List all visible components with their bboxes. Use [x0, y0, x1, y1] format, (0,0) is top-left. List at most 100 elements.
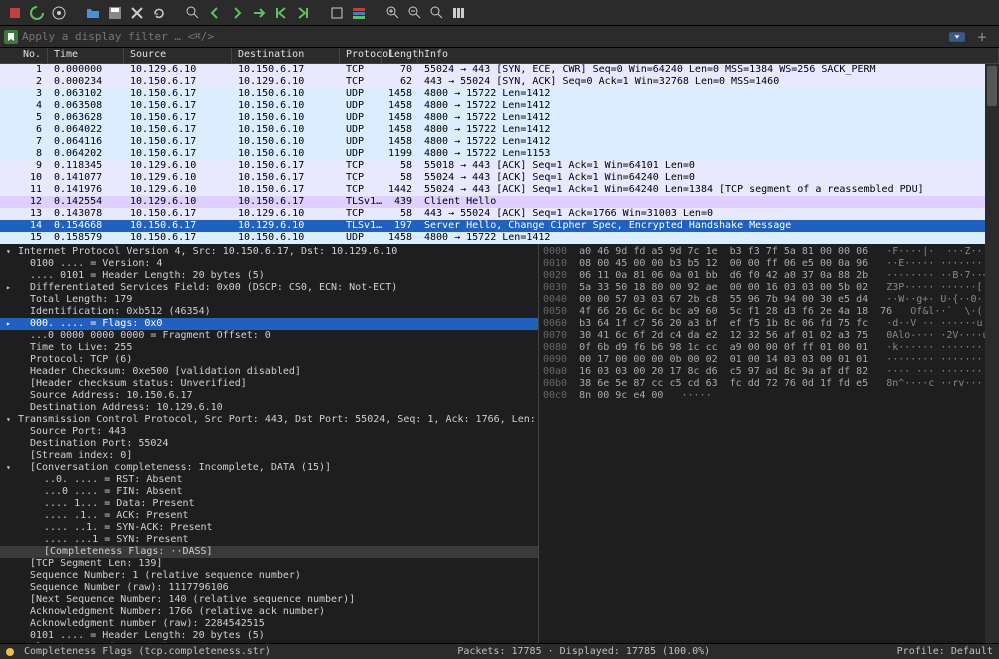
hex-line[interactable]: 00a0 16 03 03 00 20 17 8c d6 c5 97 ad 8c… — [543, 366, 995, 378]
tree-node[interactable]: .... 0101 = Header Length: 20 bytes (5) — [0, 270, 538, 282]
tree-node[interactable]: Acknowledgment Number: 1766 (relative ac… — [0, 606, 538, 618]
hex-line[interactable]: 0000 a0 46 9d fd a5 9d 7c 1e b3 f3 7f 5a… — [543, 246, 995, 258]
hex-line[interactable]: 00b0 38 6e 5e 87 cc c5 cd 63 fc dd 72 76… — [543, 378, 995, 390]
packet-list-body[interactable]: 10.00000010.129.6.1010.150.6.17TCP705502… — [0, 64, 999, 244]
zoom-in-icon[interactable] — [384, 4, 402, 22]
filter-dropdown-icon[interactable] — [945, 28, 969, 46]
status-bar: Completeness Flags (tcp.completeness.str… — [0, 643, 999, 659]
tree-node[interactable]: Destination Address: 10.129.6.10 — [0, 402, 538, 414]
colorize-icon[interactable] — [350, 4, 368, 22]
tree-node[interactable]: 0100 .... = Version: 4 — [0, 258, 538, 270]
scroll-thumb[interactable] — [987, 66, 997, 106]
tree-node[interactable]: ...0 .... = FIN: Absent — [0, 486, 538, 498]
packet-row[interactable]: 50.06362810.150.6.1710.150.6.10UDP145848… — [0, 112, 999, 124]
last-packet-icon[interactable] — [294, 4, 312, 22]
go-forward-icon[interactable] — [228, 4, 246, 22]
tree-node[interactable]: [Completeness Flags: ··DASS] — [0, 546, 538, 558]
hex-line[interactable]: 00c0 8n 00 9c e4 00 ····· — [543, 390, 995, 402]
tree-node[interactable]: Identification: 0xb512 (46354) — [0, 306, 538, 318]
packet-row[interactable]: 70.06411610.150.6.1710.150.6.10UDP145848… — [0, 136, 999, 148]
hex-line[interactable]: 0080 0f 6b d9 f6 b6 98 1c cc a9 00 00 0f… — [543, 342, 995, 354]
vertical-scrollbar[interactable] — [985, 64, 999, 643]
tree-node[interactable]: Protocol: TCP (6) — [0, 354, 538, 366]
zoom-out-icon[interactable] — [406, 4, 424, 22]
hex-line[interactable]: 0030 5a 33 50 18 80 00 92 ae 00 00 16 03… — [543, 282, 995, 294]
tree-node[interactable]: [Next Sequence Number: 140 (relative seq… — [0, 594, 538, 606]
tree-node[interactable]: [Stream index: 0] — [0, 450, 538, 462]
tree-node[interactable]: [Conversation completeness: Incomplete, … — [0, 462, 538, 474]
zoom-reset-icon[interactable] — [428, 4, 446, 22]
tree-node[interactable]: Source Port: 443 — [0, 426, 538, 438]
tree-node[interactable]: ...0 0000 0000 0000 = Fragment Offset: 0 — [0, 330, 538, 342]
tree-node[interactable]: Internet Protocol Version 4, Src: 10.150… — [0, 246, 538, 258]
tree-node[interactable]: Transmission Control Protocol, Src Port:… — [0, 414, 538, 426]
tree-node[interactable]: Time to Live: 255 — [0, 342, 538, 354]
expert-info-icon[interactable] — [6, 648, 14, 656]
tree-node[interactable]: Source Address: 10.150.6.17 — [0, 390, 538, 402]
tree-node[interactable]: .... ...1 = SYN: Present — [0, 534, 538, 546]
packet-row[interactable]: 20.00023410.150.6.1710.129.6.10TCP62443 … — [0, 76, 999, 88]
column-time[interactable]: Time — [48, 48, 124, 63]
close-file-icon[interactable] — [128, 4, 146, 22]
packet-row[interactable]: 10.00000010.129.6.1010.150.6.17TCP705502… — [0, 64, 999, 76]
tree-node[interactable]: Total Length: 179 — [0, 294, 538, 306]
column-info[interactable]: Info — [418, 48, 999, 63]
column-source[interactable]: Source — [124, 48, 232, 63]
packet-row[interactable]: 80.06420210.150.6.1710.150.6.10UDP119948… — [0, 148, 999, 160]
packet-row[interactable]: 140.15466810.150.6.1710.129.6.10TLSv1…19… — [0, 220, 999, 232]
save-file-icon[interactable] — [106, 4, 124, 22]
filter-add-icon[interactable]: ＋ — [973, 28, 991, 46]
stop-capture-icon[interactable] — [6, 4, 24, 22]
packet-row[interactable]: 90.11834510.129.6.1010.150.6.17TCP585501… — [0, 160, 999, 172]
packet-list: No. Time Source Destination Protocol Len… — [0, 48, 999, 244]
tree-node[interactable]: Header Checksum: 0xe500 [validation disa… — [0, 366, 538, 378]
packet-details-pane[interactable]: Internet Protocol Version 4, Src: 10.150… — [0, 244, 539, 643]
auto-scroll-icon[interactable] — [328, 4, 346, 22]
open-file-icon[interactable] — [84, 4, 102, 22]
hex-line[interactable]: 0020 06 11 0a 81 06 0a 01 bb d6 f0 42 a0… — [543, 270, 995, 282]
bookmark-filter-icon[interactable] — [4, 30, 18, 44]
hex-line[interactable]: 0060 b3 64 1f c7 56 20 a3 bf ef f5 1b 8c… — [543, 318, 995, 330]
tree-node[interactable]: Differentiated Services Field: 0x00 (DSC… — [0, 282, 538, 294]
packet-bytes-pane[interactable]: 0000 a0 46 9d fd a5 9d 7c 1e b3 f3 7f 5a… — [539, 244, 999, 643]
packet-row[interactable]: 130.14307810.150.6.1710.129.6.10TCP58443… — [0, 208, 999, 220]
tree-node[interactable]: Sequence Number (raw): 1117796106 — [0, 582, 538, 594]
tree-node[interactable]: [Header checksum status: Unverified] — [0, 378, 538, 390]
packet-row[interactable]: 60.06402210.150.6.1710.150.6.10UDP145848… — [0, 124, 999, 136]
hex-line[interactable]: 0010 08 00 45 00 00 b3 b5 12 00 00 ff 06… — [543, 258, 995, 270]
tree-node[interactable]: 0101 .... = Header Length: 20 bytes (5) — [0, 630, 538, 642]
options-icon[interactable] — [50, 4, 68, 22]
display-filter-input[interactable] — [22, 30, 945, 43]
packet-row[interactable]: 40.06350810.150.6.1710.150.6.10UDP145848… — [0, 100, 999, 112]
tree-node[interactable]: .... .1.. = ACK: Present — [0, 510, 538, 522]
reload-icon[interactable] — [150, 4, 168, 22]
tree-node[interactable]: 000. .... = Flags: 0x0 — [0, 318, 538, 330]
packet-row[interactable]: 120.14255410.129.6.1010.150.6.17TLSv1…43… — [0, 196, 999, 208]
hex-line[interactable]: 0070 30 41 6c 6f 2d c4 da e2 12 32 56 af… — [543, 330, 995, 342]
tree-node[interactable]: .... ..1. = SYN-ACK: Present — [0, 522, 538, 534]
hex-line[interactable]: 0090 00 17 00 00 00 0b 00 02 01 00 14 03… — [543, 354, 995, 366]
find-icon[interactable] — [184, 4, 202, 22]
column-no[interactable]: No. — [0, 48, 48, 63]
tree-node[interactable]: .... 1... = Data: Present — [0, 498, 538, 510]
tree-node[interactable]: Destination Port: 55024 — [0, 438, 538, 450]
packet-row[interactable]: 110.14197610.129.6.1010.150.6.17TCP14425… — [0, 184, 999, 196]
column-length[interactable]: Length — [382, 48, 418, 63]
packet-row[interactable]: 100.14107710.129.6.1010.150.6.17TCP58550… — [0, 172, 999, 184]
tree-node[interactable]: [TCP Segment Len: 139] — [0, 558, 538, 570]
resize-columns-icon[interactable] — [450, 4, 468, 22]
hex-line[interactable]: 0050 4f 66 26 6c 6c bc a9 60 5c f1 28 d3… — [543, 306, 995, 318]
restart-capture-icon[interactable] — [28, 4, 46, 22]
tree-node[interactable]: Acknowledgment number (raw): 2284542515 — [0, 618, 538, 630]
column-protocol[interactable]: Protocol — [340, 48, 382, 63]
hex-line[interactable]: 0040 00 00 57 03 03 67 2b c8 55 96 7b 94… — [543, 294, 995, 306]
packet-row[interactable]: 30.06310210.150.6.1710.150.6.10UDP145848… — [0, 88, 999, 100]
go-to-icon[interactable] — [250, 4, 268, 22]
tree-node[interactable]: Sequence Number: 1 (relative sequence nu… — [0, 570, 538, 582]
tree-node[interactable]: ..0. .... = RST: Absent — [0, 474, 538, 486]
packet-row[interactable]: 150.15857910.150.6.1710.150.6.10UDP14584… — [0, 232, 999, 244]
status-profile[interactable]: Profile: Default — [897, 646, 993, 657]
go-back-icon[interactable] — [206, 4, 224, 22]
first-packet-icon[interactable] — [272, 4, 290, 22]
column-destination[interactable]: Destination — [232, 48, 340, 63]
